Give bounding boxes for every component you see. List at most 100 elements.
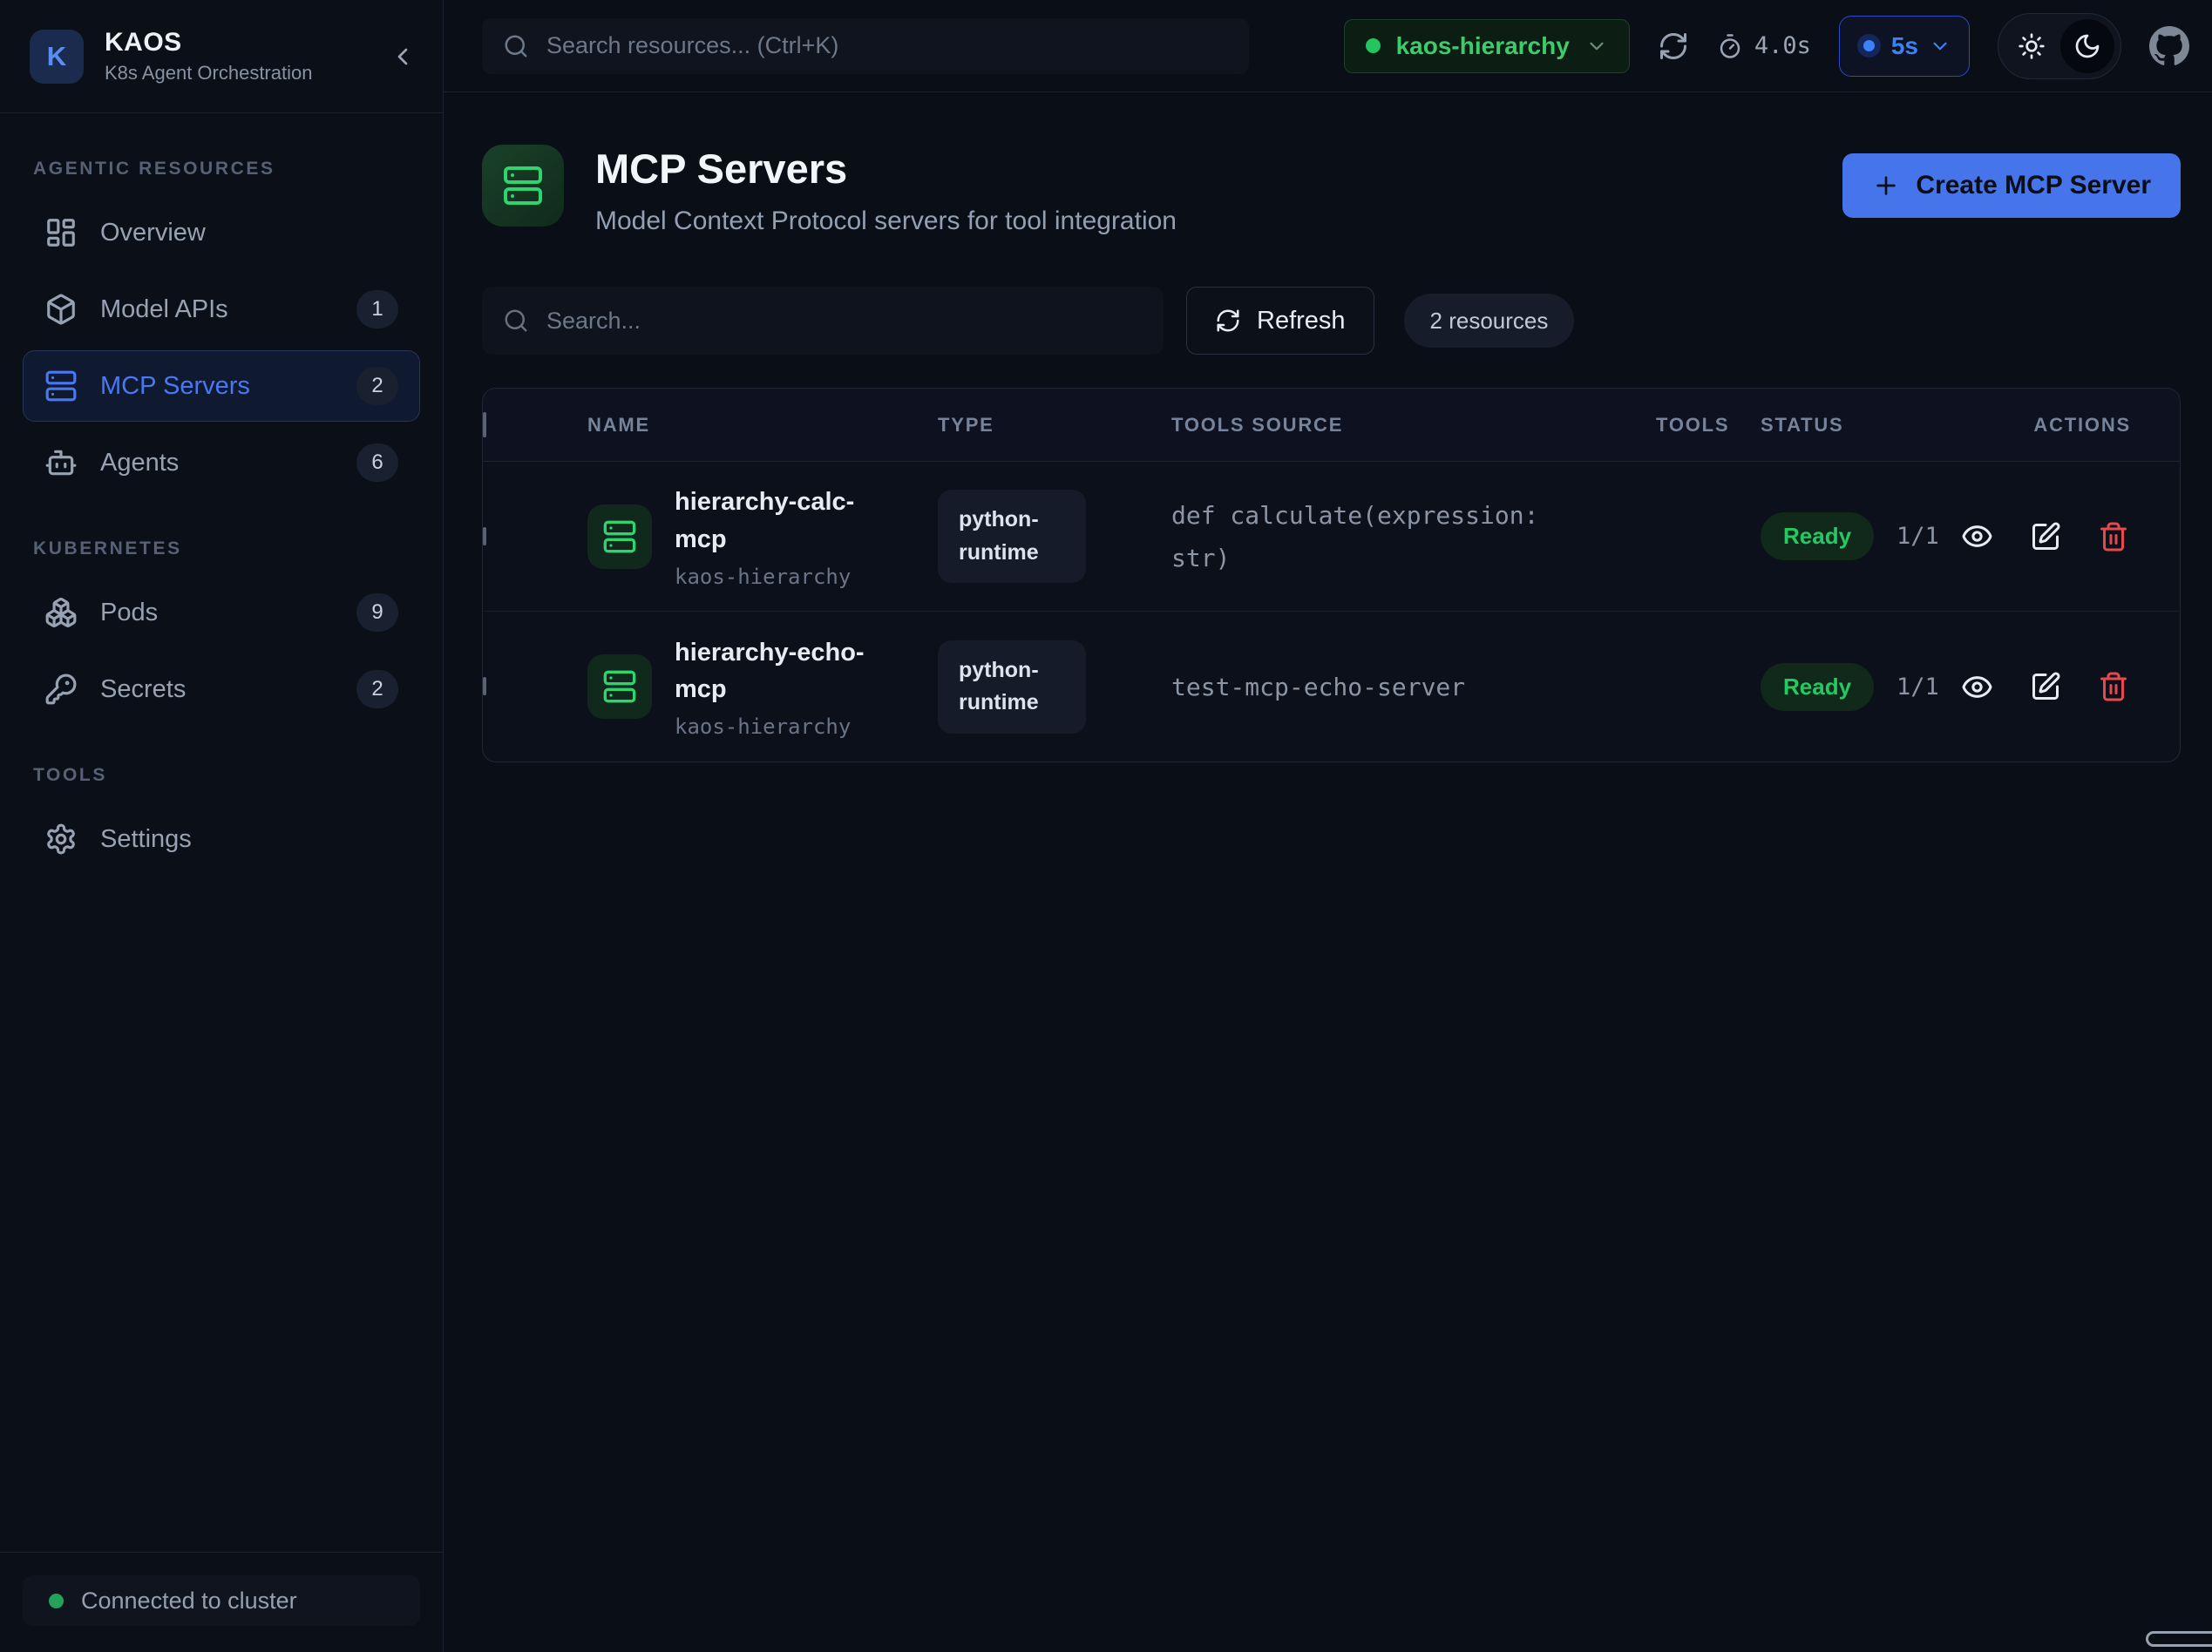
horizontal-scrollbar-thumb[interactable] [2146,1631,2212,1647]
global-search-input[interactable] [546,32,1228,59]
sidebar-item-label: Agents [100,449,179,477]
plus-icon [1872,172,1900,200]
sidebar-item-label: Secrets [100,675,186,704]
edit-icon [2030,671,2061,702]
sidebar-item-label: Settings [100,825,192,854]
page-content: MCP Servers Model Context Protocol serve… [444,92,2212,762]
sidebar-collapse-button[interactable] [389,43,417,71]
table-header-row: NAME TYPE TOOLS SOURCE TOOLS STATUS ACTI… [483,389,2180,462]
edit-button[interactable] [2030,671,2061,702]
column-header-actions: ACTIONS [1961,414,2180,437]
namespace-selector[interactable]: kaos-hierarchy [1344,19,1630,73]
refresh-list-button[interactable]: Refresh [1186,287,1374,355]
column-header-name: NAME [587,414,938,437]
refresh-countdown-value: 4.0s [1754,32,1811,59]
topbar: kaos-hierarchy 4.0s 5s [444,0,2212,92]
type-badge: python-runtime [938,490,1086,583]
create-button-label: Create MCP Server [1916,171,2151,200]
topbar-right-group: kaos-hierarchy 4.0s 5s [1344,13,2189,79]
column-header-status: STATUS [1761,414,1961,437]
refresh-now-button[interactable] [1658,30,1689,62]
sidebar-item-settings[interactable]: Settings [23,803,420,875]
dashboard-icon [44,216,78,249]
bot-icon [44,446,78,479]
server-icon-tile [587,654,652,719]
select-all-checkbox[interactable] [483,412,486,437]
sidebar-item-mcp-servers[interactable]: MCP Servers 2 [23,350,420,422]
chevron-left-icon [389,43,417,71]
sidebar-item-model-apis[interactable]: Model APIs 1 [23,274,420,345]
row-checkbox[interactable] [483,677,486,695]
status-badge: Ready [1761,512,1874,560]
ready-replicas: 1/1 [1896,674,1939,701]
resource-search-input[interactable] [546,308,1143,335]
refresh-icon [1658,30,1689,62]
sidebar-item-agents[interactable]: Agents 6 [23,427,420,498]
tools-source-value: def calculate(expression: str) [1171,494,1590,579]
sidebar-item-pods[interactable]: Pods 9 [23,577,420,648]
sidebar-header: K KAOS K8s Agent Orchestration [0,0,443,113]
brand-subtitle: K8s Agent Orchestration [105,62,312,85]
server-icon-tile [587,504,652,569]
sidebar-nav: AGENTIC RESOURCES Overview Model APIs 1 … [0,113,443,1552]
count-badge: 2 [356,367,398,405]
resource-search [482,287,1164,355]
dark-mode-button[interactable] [2060,19,2114,73]
sidebar-item-label: Model APIs [100,295,228,324]
column-header-type: TYPE [938,414,1171,437]
sun-icon [2018,32,2046,60]
page-header: MCP Servers Model Context Protocol serve… [482,145,2181,236]
eye-icon [1961,671,1993,703]
server-namespace: kaos-hierarchy [675,714,879,739]
status-badge: Ready [1761,663,1874,711]
sidebar-footer: Connected to cluster [0,1552,443,1652]
interval-value: 5s [1891,32,1918,60]
nav-section-tools: TOOLS [33,765,420,786]
server-namespace: kaos-hierarchy [675,565,879,589]
main-column: kaos-hierarchy 4.0s 5s [444,0,2212,1652]
moon-icon [2073,32,2101,60]
auto-refresh-interval-select[interactable]: 5s [1839,16,1970,77]
refresh-icon [1215,308,1241,334]
view-button[interactable] [1961,520,1993,552]
delete-button[interactable] [2098,521,2129,552]
sidebar: K KAOS K8s Agent Orchestration AGENTIC R… [0,0,444,1652]
delete-button[interactable] [2098,671,2129,702]
gear-icon [44,823,78,856]
connected-dot-icon [49,1594,64,1608]
theme-toggle [1998,13,2121,79]
search-icon [503,33,529,59]
namespace-status-dot-icon [1366,38,1381,53]
timer-icon [1717,33,1743,59]
count-badge: 9 [356,593,398,632]
server-name: hierarchy-calc-mcp [675,484,879,557]
eye-icon [1961,520,1993,552]
list-toolbar: Refresh 2 resources [482,287,2181,355]
app-root: K KAOS K8s Agent Orchestration AGENTIC R… [0,0,2212,1652]
github-link[interactable] [2149,26,2189,66]
server-icon [602,669,637,704]
column-header-tools-source: TOOLS SOURCE [1171,414,1656,437]
row-checkbox[interactable] [483,527,486,545]
tools-source-value: test-mcp-echo-server [1171,666,1590,708]
page-subtitle: Model Context Protocol servers for tool … [595,206,1177,236]
edit-icon [2030,521,2061,552]
sidebar-item-overview[interactable]: Overview [23,197,420,268]
github-icon [2149,26,2189,66]
refresh-button-label: Refresh [1257,307,1346,335]
mcp-servers-table: NAME TYPE TOOLS SOURCE TOOLS STATUS ACTI… [482,388,2181,762]
view-button[interactable] [1961,671,1993,703]
brand-avatar: K [30,30,84,84]
edit-button[interactable] [2030,521,2061,552]
trash-icon [2098,671,2129,702]
resource-count-badge: 2 resources [1404,294,1575,348]
sidebar-item-label: MCP Servers [100,372,250,401]
brand-title: KAOS [105,28,312,58]
count-badge: 6 [356,443,398,482]
sidebar-item-secrets[interactable]: Secrets 2 [23,653,420,725]
page-title: MCP Servers [595,145,1177,193]
create-mcp-server-button[interactable]: Create MCP Server [1842,153,2181,218]
server-icon [502,165,544,206]
light-mode-button[interactable] [2005,19,2059,73]
key-icon [44,673,78,706]
